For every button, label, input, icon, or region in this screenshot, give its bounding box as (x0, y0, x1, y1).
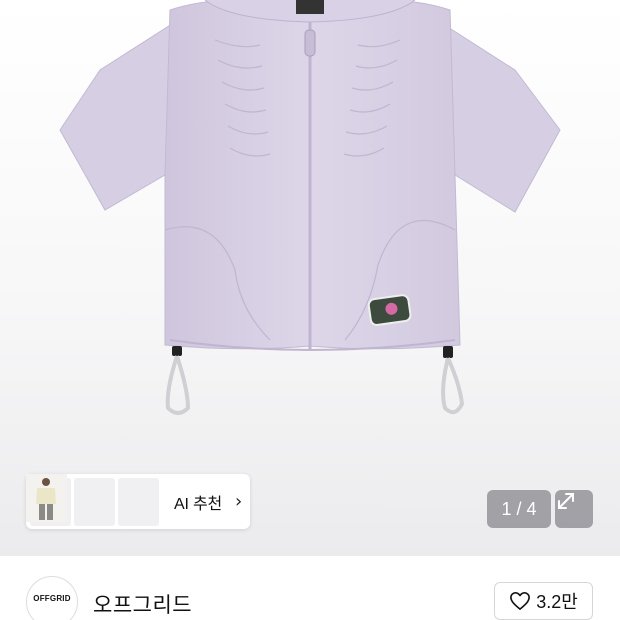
brand-bar: OFFGRID 오프그리드 3.2만 (0, 556, 620, 620)
expand-image-button[interactable] (555, 490, 593, 528)
image-page-counter: 1 / 4 (487, 490, 551, 528)
expand-arrows-icon (558, 493, 574, 509)
ai-recommend-label: AI 추천 (174, 495, 223, 513)
brand-name[interactable]: 오프그리드 (93, 589, 192, 619)
ai-recommend-button[interactable]: AI 추천 › (26, 474, 250, 529)
brand-logo[interactable]: OFFGRID (26, 576, 78, 620)
like-count: 3.2만 (536, 592, 578, 612)
recommend-thumbnail-3 (26, 474, 159, 526)
page-counter-text: 1 / 4 (501, 498, 537, 519)
brand-logo-text: OFFGRID (33, 593, 71, 603)
heart-icon (510, 592, 531, 610)
like-button[interactable]: 3.2만 (494, 582, 593, 620)
jacket-illustration (59, 0, 561, 415)
product-image[interactable]: AI 추천 › 1 / 4 (0, 0, 620, 556)
chevron-right-icon: › (235, 490, 243, 512)
recommend-thumbnail-2 (26, 474, 115, 526)
